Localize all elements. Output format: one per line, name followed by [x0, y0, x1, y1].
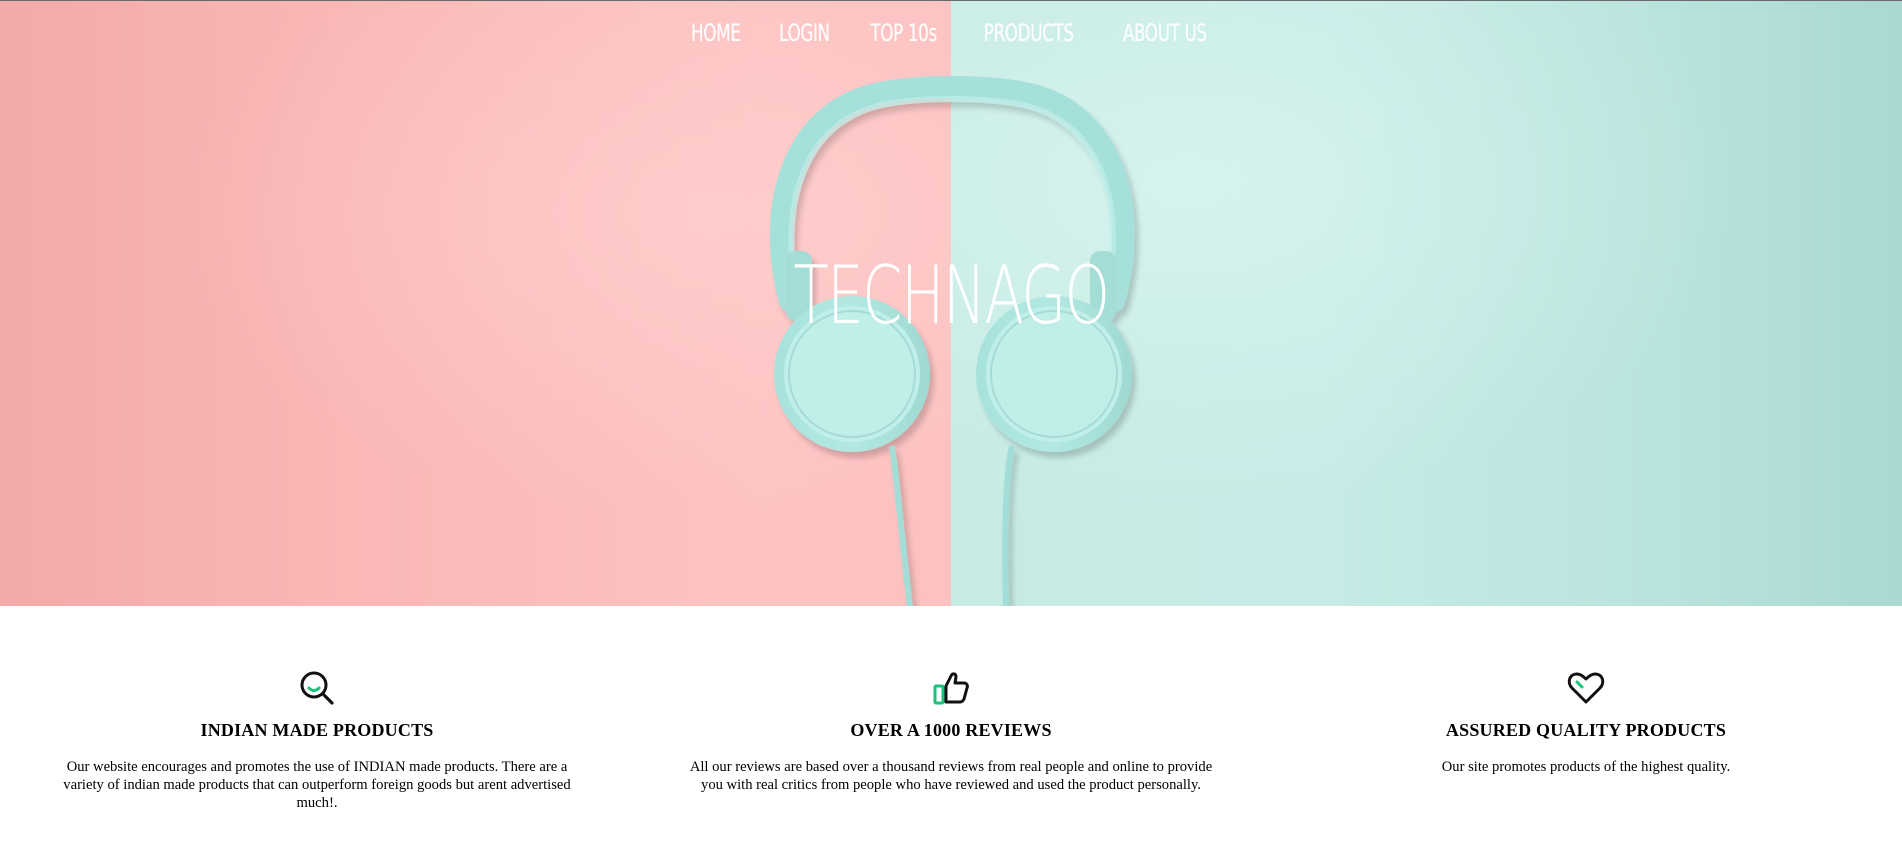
feature-title: INDIAN MADE PRODUCTS: [200, 720, 434, 740]
nav-login[interactable]: LOGIN: [779, 19, 830, 47]
feature-reviews: OVER A 1000 REVIEWS All our reviews are …: [679, 668, 1223, 794]
feature-quality: ASSURED QUALITY PRODUCTS Our site promot…: [1314, 668, 1858, 776]
nav-top-10s[interactable]: TOP 10s: [870, 19, 937, 47]
site-brand-title: TECHNAGO: [793, 249, 1109, 342]
feature-title: OVER A 1000 REVIEWS: [850, 720, 1052, 740]
nav-products[interactable]: PRODUCTS: [984, 19, 1074, 47]
features-section: INDIAN MADE PRODUCTS Our website encoura…: [0, 606, 1902, 861]
nav-about-us[interactable]: ABOUT US: [1123, 19, 1207, 47]
search-icon: [300, 671, 334, 705]
main-nav: HOME LOGIN TOP 10s PRODUCTS ABOUT US: [0, 19, 1902, 47]
feature-description: Our site promotes products of the highes…: [1441, 759, 1731, 775]
thumbs-up-icon: [933, 672, 969, 705]
hero-banner: HOME LOGIN TOP 10s PRODUCTS ABOUT US TEC…: [0, 0, 1902, 606]
feature-title: ASSURED QUALITY PRODUCTS: [1445, 720, 1727, 740]
feature-description: All our reviews are based over a thousan…: [689, 759, 1213, 793]
nav-home[interactable]: HOME: [691, 19, 741, 47]
heart-icon: [1567, 672, 1605, 704]
feature-description: Our website encourages and promotes the …: [63, 759, 571, 811]
feature-indian-made: INDIAN MADE PRODUCTS Our website encoura…: [45, 668, 589, 812]
